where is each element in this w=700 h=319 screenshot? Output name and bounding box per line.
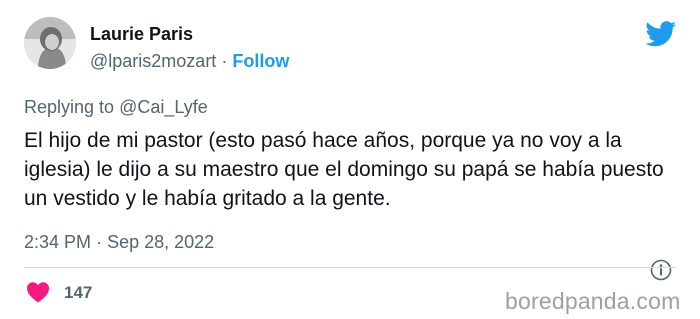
heart-icon[interactable] xyxy=(26,281,50,303)
replying-to: Replying to @Cai_Lyfe xyxy=(24,95,208,119)
tweet-time: 2:34 PM xyxy=(24,232,92,252)
author-display-name[interactable]: Laurie Paris xyxy=(90,22,193,46)
twitter-bird-icon[interactable] xyxy=(645,21,677,47)
replying-to-label: Replying to xyxy=(24,97,115,117)
author-handle-row: @lparis2mozart · Follow xyxy=(90,49,289,73)
watermark: boredpanda.com xyxy=(505,288,681,314)
tweet-timestamp[interactable]: 2:34 PM · Sep 28, 2022 xyxy=(24,230,214,254)
avatar[interactable] xyxy=(24,17,76,69)
handle-separator: · xyxy=(221,51,228,71)
like-count[interactable]: 147 xyxy=(64,282,92,304)
reply-mention-link[interactable]: @Cai_Lyfe xyxy=(119,97,208,117)
follow-button[interactable]: Follow xyxy=(232,51,289,71)
tweet-date: Sep 28, 2022 xyxy=(107,232,215,252)
info-icon[interactable] xyxy=(650,259,672,281)
divider xyxy=(24,267,676,268)
timestamp-separator: · xyxy=(96,232,103,252)
author-handle[interactable]: @lparis2mozart xyxy=(90,51,216,71)
tweet-text: El hijo de mi pastor (esto pasó hace año… xyxy=(24,129,664,210)
